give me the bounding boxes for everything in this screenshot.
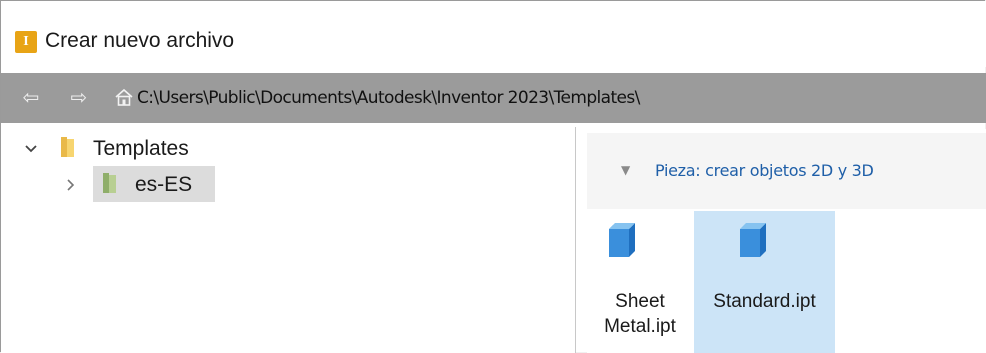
folder-tree: Templates es-ES <box>1 127 576 353</box>
chevron-right-icon[interactable] <box>63 177 79 193</box>
cube-icon <box>740 223 766 257</box>
tree-item-es-es[interactable]: es-ES <box>63 167 192 203</box>
cube-icon <box>609 223 635 257</box>
group-label: Pieza: crear objetos 2D y 3D <box>655 161 874 180</box>
folder-icon <box>59 135 77 164</box>
file-item-standard[interactable]: Standard.ipt <box>694 211 835 353</box>
inventor-app-icon: I <box>15 31 37 53</box>
window-title: Crear nuevo archivo <box>45 29 235 52</box>
path-bar: ⇦ ⇨ C:\Users\Public\Documents\Autodesk\I… <box>1 73 986 123</box>
file-label: Sheet Metal.ipt <box>604 291 676 337</box>
create-new-file-window: I Crear nuevo archivo ⇦ ⇨ C:\Users\Publi… <box>0 0 986 353</box>
tree-item-label: es-ES <box>135 173 193 196</box>
home-icon[interactable] <box>114 87 134 107</box>
tree-item-templates[interactable]: Templates <box>23 131 189 167</box>
file-label: Standard.ipt <box>713 291 816 312</box>
collapse-triangle-icon[interactable]: ▼ <box>621 163 630 177</box>
template-list: ▼ Pieza: crear objetos 2D y 3D Sheet Met… <box>587 129 986 353</box>
folder-icon <box>101 171 119 200</box>
group-header-part[interactable]: ▼ Pieza: crear objetos 2D y 3D <box>587 133 986 209</box>
chevron-down-icon[interactable] <box>23 141 39 157</box>
file-item-sheet-metal[interactable]: Sheet Metal.ipt <box>587 211 693 353</box>
current-path[interactable]: C:\Users\Public\Documents\Autodesk\Inven… <box>137 88 640 108</box>
tree-item-label: Templates <box>93 137 189 160</box>
title-bar: I Crear nuevo archivo <box>1 1 986 67</box>
forward-arrow-icon[interactable]: ⇨ <box>67 85 91 109</box>
back-arrow-icon[interactable]: ⇦ <box>19 85 43 109</box>
